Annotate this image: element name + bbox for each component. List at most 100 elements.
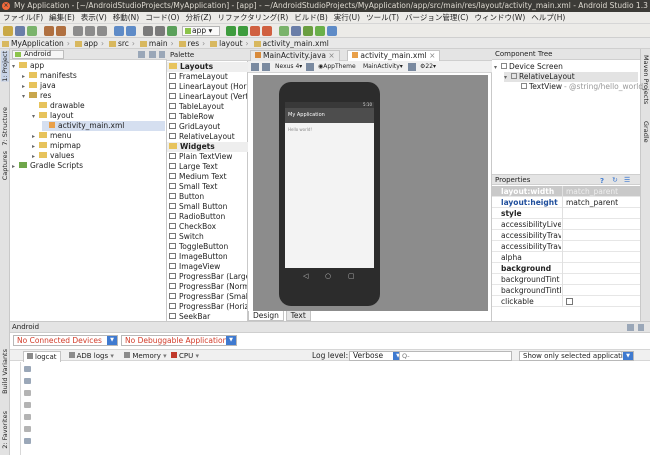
palette-toggle-icon[interactable]	[251, 63, 259, 71]
hide-panel-icon[interactable]	[638, 324, 644, 331]
property-row[interactable]: accessibilityTraversalAfter	[492, 230, 640, 241]
favorites-tool-button[interactable]: 2: Favorites	[1, 411, 9, 449]
property-row[interactable]: alpha	[492, 252, 640, 263]
menu-item[interactable]: ビルド(B)	[291, 12, 331, 23]
hello-textview[interactable]: Hello world!	[288, 127, 312, 132]
property-row[interactable]: backgroundTint	[492, 274, 640, 285]
device-screen[interactable]: 5:10 My Application Hello world!	[285, 102, 374, 268]
tree-item-drawable[interactable]: drawable	[32, 101, 85, 111]
palette-item[interactable]: Medium Text	[169, 172, 247, 182]
tree-item-manifests[interactable]: ▸ manifests	[22, 71, 77, 81]
settings-gear-icon[interactable]	[149, 51, 156, 58]
scroll-up-icon[interactable]	[24, 390, 31, 396]
palette-item[interactable]: LinearLayout (Vertical)	[169, 92, 247, 102]
screenshot-icon[interactable]	[24, 414, 31, 420]
maven-projects-tool-button[interactable]: Maven Projects	[642, 55, 650, 104]
chevron-down-icon[interactable]: ▾	[12, 62, 19, 72]
palette-category[interactable]: Layouts	[167, 62, 248, 72]
palette-item[interactable]: CheckBox	[169, 222, 247, 232]
property-row[interactable]: accessibilityTraversalBefore	[492, 241, 640, 252]
component-textview[interactable]: TextView - @string/hello_world	[514, 82, 643, 92]
palette-item[interactable]: GridLayout	[169, 122, 247, 132]
property-row[interactable]: layout:height match_parent	[492, 197, 640, 208]
palette-item[interactable]: ProgressBar (Normal)	[169, 282, 247, 292]
property-value-field[interactable]	[562, 208, 628, 219]
breadcrumb-item[interactable]: src ›	[107, 38, 138, 48]
tree-item-gradle-scripts[interactable]: ▸ Gradle Scripts	[12, 161, 83, 171]
menu-item[interactable]: バージョン管理(C)	[402, 12, 471, 23]
palette-item[interactable]: Switch	[169, 232, 247, 242]
menu-item[interactable]: 表示(V)	[78, 12, 110, 23]
menu-item[interactable]: 編集(E)	[46, 12, 78, 23]
close-icon[interactable]: ×	[326, 51, 334, 60]
tree-item-values[interactable]: ▸ values	[32, 151, 74, 161]
sdk-manager-icon[interactable]	[303, 26, 313, 36]
property-row[interactable]: backgroundTintMode	[492, 285, 640, 296]
menu-item[interactable]: ヘルプ(H)	[528, 12, 568, 23]
open-folder-icon[interactable]	[3, 26, 13, 36]
clear-logcat-icon[interactable]	[24, 378, 31, 384]
stop-icon[interactable]	[262, 26, 272, 36]
scroll-down-icon[interactable]	[24, 402, 31, 408]
breadcrumb-item[interactable]: layout ›	[208, 38, 251, 48]
undo-icon[interactable]	[44, 26, 54, 36]
attach-debugger-icon[interactable]	[250, 26, 260, 36]
avd-manager-icon[interactable]	[291, 26, 301, 36]
property-row[interactable]: clickable	[492, 296, 640, 307]
logcat-output[interactable]	[32, 362, 650, 455]
device-selector[interactable]: No Connected Devices ▼	[13, 335, 118, 346]
palette-item[interactable]: Small Button	[169, 202, 247, 212]
property-value-field[interactable]	[562, 252, 628, 263]
sync-icon[interactable]	[27, 26, 37, 36]
palette-item[interactable]: ProgressBar (Small)	[169, 292, 247, 302]
property-value-field[interactable]	[562, 274, 628, 285]
help-icon[interactable]	[327, 26, 337, 36]
app-selector[interactable]: No Debuggable Applications ▼	[121, 335, 237, 346]
chevron-down-icon[interactable]: ▾	[22, 92, 29, 102]
orientation-icon[interactable]	[262, 63, 270, 71]
palette-item[interactable]: Large Text	[169, 162, 247, 172]
mode-tab-design[interactable]: Design	[248, 311, 284, 321]
replace-icon[interactable]	[126, 26, 136, 36]
palette-item[interactable]: TableRow	[169, 112, 247, 122]
tree-item-activity-main-xml[interactable]: activity_main.xml	[42, 121, 165, 131]
logcat-tab-adb-logs[interactable]: ADB logs ▾	[66, 351, 117, 362]
palette-item[interactable]: ImageButton	[169, 252, 247, 262]
tree-item-java[interactable]: ▸ java	[22, 81, 56, 91]
captures-tool-button[interactable]: Captures	[1, 151, 9, 180]
palette-item[interactable]: Button	[169, 192, 247, 202]
run-icon[interactable]	[226, 26, 236, 36]
redo-icon[interactable]	[56, 26, 66, 36]
theme-select[interactable]: ◉AppTheme	[318, 61, 356, 73]
property-row[interactable]: background	[492, 263, 640, 274]
palette-item[interactable]: ProgressBar (Horizontal)	[169, 302, 247, 312]
property-value-field[interactable]	[562, 241, 628, 252]
logcat-search-input[interactable]	[399, 351, 512, 361]
palette-item[interactable]: LinearLayout (Horizontal)	[169, 82, 247, 92]
palette-item[interactable]: ProgressBar (Large)	[169, 272, 247, 282]
tree-item-menu[interactable]: ▸ menu	[32, 131, 71, 141]
tree-item-layout[interactable]: ▾ layout	[32, 111, 73, 121]
menu-item[interactable]: 分析(Z)	[182, 12, 214, 23]
menu-item[interactable]: ファイル(F)	[0, 12, 46, 23]
project-tool-button[interactable]: 1: Project	[1, 51, 9, 82]
palette-item[interactable]: RelativeLayout	[169, 132, 247, 142]
system-info-icon[interactable]	[24, 438, 31, 444]
checkbox-icon[interactable]	[566, 298, 573, 305]
property-value-field[interactable]	[562, 219, 628, 230]
property-value-field[interactable]: match_parent	[562, 197, 628, 208]
menu-item[interactable]: コード(O)	[142, 12, 182, 23]
build-variants-tool-button[interactable]: Build Variants	[1, 349, 9, 394]
editor-tab-activity-main-xml[interactable]: activity_main.xml ×	[347, 50, 441, 61]
logcat-tab-logcat[interactable]: logcat	[23, 351, 61, 362]
chevron-down-icon[interactable]: ▾	[32, 112, 39, 122]
refresh-icon[interactable]: ↻	[612, 175, 618, 186]
api-level-select[interactable]: ⚙22▾	[420, 61, 436, 73]
breadcrumb-item[interactable]: app ›	[73, 38, 107, 48]
save-icon[interactable]	[15, 26, 25, 36]
debug-icon[interactable]	[238, 26, 248, 36]
design-canvas[interactable]: 5:10 My Application Hello world! ◁ ○ ▢	[253, 75, 488, 311]
menu-item[interactable]: ツール(T)	[363, 12, 402, 23]
component-relativelayout[interactable]: ▾ RelativeLayout	[504, 72, 638, 82]
breadcrumb-item[interactable]: activity_main.xml	[252, 38, 332, 48]
